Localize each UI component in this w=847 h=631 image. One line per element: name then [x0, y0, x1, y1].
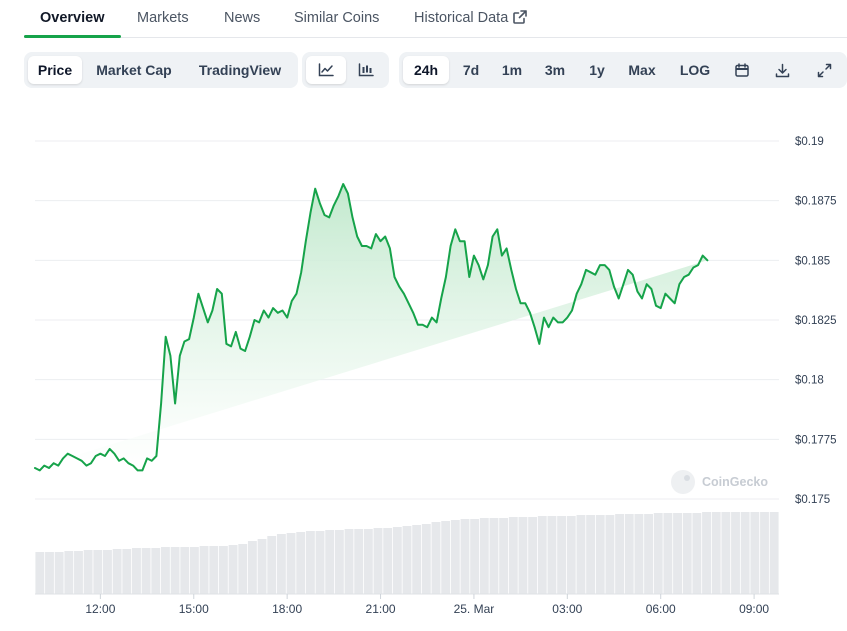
- volume-bar: [479, 518, 489, 594]
- volume-bar: [305, 531, 315, 594]
- volume-bar: [64, 551, 74, 594]
- volume-bar: [431, 522, 441, 594]
- volume-bar: [344, 529, 354, 594]
- volume-bar: [682, 513, 692, 594]
- coingecko-watermark: CoinGecko: [671, 470, 768, 494]
- volume-bar: [315, 531, 325, 594]
- volume-bar: [595, 515, 605, 594]
- volume-bar: [731, 512, 740, 594]
- volume-bar: [257, 539, 267, 594]
- volume-bar: [103, 550, 112, 594]
- volume-bar: [441, 521, 451, 594]
- volume-bar: [450, 520, 460, 594]
- volume-bar: [112, 549, 122, 594]
- volume-bar: [673, 513, 682, 594]
- volume-bar: [170, 547, 180, 594]
- y-tick-label: $0.1825: [795, 315, 837, 327]
- y-tick-label: $0.19: [795, 136, 824, 148]
- volume-bar: [45, 552, 54, 594]
- volume-bar: [267, 536, 277, 594]
- volume-bar: [692, 513, 702, 594]
- x-tick-label: 25. Mar: [454, 602, 495, 616]
- volume-bar: [576, 515, 586, 594]
- volume-bar: [760, 512, 769, 594]
- volume-bar: [334, 530, 344, 594]
- x-tick-label: 09:00: [739, 602, 769, 616]
- volume-bar: [199, 546, 209, 594]
- volume-bar: [499, 518, 509, 594]
- volume-bar: [122, 549, 132, 594]
- volume-bar: [653, 513, 663, 594]
- x-tick-label: 18:00: [272, 602, 302, 616]
- volume-bar: [624, 514, 634, 594]
- y-tick-label: $0.175: [795, 494, 830, 506]
- volume-bar: [83, 550, 93, 594]
- x-tick-label: 21:00: [366, 602, 396, 616]
- volume-bar: [711, 512, 721, 594]
- volume-bar: [460, 519, 470, 594]
- y-tick-label: $0.185: [795, 255, 830, 267]
- volume-bar: [35, 552, 45, 594]
- coingecko-logo-icon: [671, 470, 695, 494]
- volume-bar: [605, 515, 615, 594]
- volume-bar: [383, 528, 393, 594]
- volume-bar: [402, 526, 412, 594]
- volume-bar: [721, 512, 731, 594]
- volume-bar: [189, 547, 199, 594]
- volume-bar: [93, 550, 103, 594]
- volume-bar: [238, 544, 248, 594]
- x-tick-label: 06:00: [646, 602, 676, 616]
- y-tick-label: $0.18: [795, 375, 824, 387]
- y-tick-label: $0.1875: [795, 196, 837, 208]
- volume-bar: [218, 546, 228, 594]
- volume-bar: [663, 513, 673, 594]
- volume-bar: [702, 512, 711, 594]
- volume-bar: [228, 545, 238, 594]
- price-chart[interactable]: CoinGecko $0.19 $0.1875 $0.185 $0.1825 $0.18…: [0, 0, 847, 631]
- volume-bar: [537, 516, 547, 594]
- volume-bar: [586, 515, 596, 594]
- volume-bar: [276, 534, 286, 594]
- volume-bar: [286, 533, 296, 594]
- volume-bar: [547, 516, 557, 594]
- volume-bar: [421, 524, 431, 594]
- price-area-fill: [35, 184, 708, 471]
- volume-bar: [470, 519, 480, 594]
- x-tick-label: 12:00: [85, 602, 115, 616]
- x-tick-label: 03:00: [552, 602, 582, 616]
- volume-bar: [354, 529, 364, 594]
- volume-bar: [392, 527, 402, 594]
- volume-bar: [151, 548, 161, 594]
- volume-bar: [373, 528, 383, 594]
- volume-bar: [412, 525, 422, 594]
- volume-bar: [489, 518, 499, 594]
- volume-bar: [325, 530, 335, 594]
- volume-bar: [74, 551, 83, 594]
- volume-bar: [161, 547, 170, 594]
- volume-bar: [634, 514, 644, 594]
- volume-bar: [54, 552, 64, 594]
- x-tick-label: 15:00: [179, 602, 209, 616]
- volume-bar: [528, 517, 538, 594]
- y-tick-label: $0.1775: [795, 434, 837, 446]
- volume-bar: [508, 517, 518, 594]
- volume-bar: [750, 512, 760, 594]
- volume-bar: [247, 541, 257, 594]
- volume-bar: [363, 529, 373, 594]
- volume-bar: [557, 516, 567, 594]
- volume-bar: [566, 516, 576, 594]
- volume-bar: [615, 514, 625, 594]
- volume-bar: [769, 512, 779, 594]
- volume-bar: [518, 517, 528, 594]
- volume-bar: [180, 547, 190, 594]
- volume-bar: [740, 512, 750, 594]
- volume-bar: [209, 546, 219, 594]
- watermark-text: CoinGecko: [702, 475, 768, 489]
- volume-bar: [141, 548, 151, 594]
- volume-bar: [296, 532, 306, 594]
- volume-bar: [132, 548, 141, 594]
- volume-bar: [644, 514, 653, 594]
